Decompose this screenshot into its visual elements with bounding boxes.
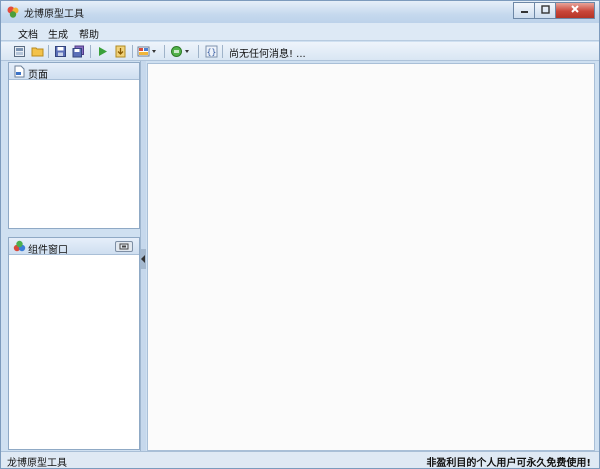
- save-all-icon[interactable]: [71, 44, 86, 59]
- toolbar-separator: [90, 45, 91, 58]
- toolbar-status-message: 尚无任何消息! ...: [229, 49, 306, 60]
- pages-tree[interactable]: [9, 80, 139, 228]
- menu-document[interactable]: 文档: [18, 26, 38, 41]
- pages-panel-title: 页面: [28, 70, 48, 81]
- toolbar: {} 尚无任何消息! ...: [1, 42, 599, 61]
- window-controls: [513, 2, 595, 19]
- minimize-button[interactable]: [513, 2, 535, 19]
- run-icon[interactable]: [95, 44, 110, 59]
- svg-text:{}: {}: [207, 48, 217, 57]
- component-dropdown-icon[interactable]: [170, 44, 192, 59]
- toolbar-separator: [222, 45, 223, 58]
- title-bar[interactable]: 龙博原型工具: [1, 1, 599, 23]
- home-icon[interactable]: [12, 44, 27, 59]
- design-canvas[interactable]: [147, 63, 595, 451]
- components-panel-header: 组件窗口: [9, 238, 139, 256]
- open-folder-icon[interactable]: [30, 44, 45, 59]
- collapse-arrow-icon[interactable]: [141, 249, 146, 269]
- components-panel-title: 组件窗口: [28, 245, 68, 256]
- maximize-icon: [540, 4, 550, 17]
- close-icon: [570, 4, 580, 17]
- menu-bar: 文档 生成 帮助: [1, 23, 599, 41]
- code-icon[interactable]: {}: [204, 44, 219, 59]
- pages-panel: 页面: [8, 62, 140, 229]
- toolbar-separator: [198, 45, 199, 58]
- minimize-icon: [520, 5, 529, 17]
- status-bar: 龙博原型工具 非盈利目的个人用户可永久免费使用!: [1, 451, 599, 469]
- app-window: 龙博原型工具 文档 生成 帮助 {} 尚无任何消息! ... 页面 组件窗口 龙…: [0, 0, 600, 469]
- menu-generate[interactable]: 生成: [48, 26, 68, 41]
- maximize-button[interactable]: [534, 2, 556, 19]
- export-icon[interactable]: [113, 44, 128, 59]
- panel-splitter[interactable]: [140, 61, 146, 451]
- panel-pin-button[interactable]: [115, 241, 133, 252]
- save-icon[interactable]: [53, 44, 68, 59]
- window-title: 龙博原型工具: [24, 9, 84, 20]
- menu-help[interactable]: 帮助: [79, 26, 99, 41]
- close-button[interactable]: [555, 2, 595, 19]
- components-list[interactable]: [9, 255, 139, 449]
- toolbar-separator: [48, 45, 49, 58]
- app-logo-icon: [6, 5, 20, 19]
- components-panel: 组件窗口: [8, 237, 140, 450]
- pages-panel-header: 页面: [9, 63, 139, 81]
- layout-dropdown-icon[interactable]: [137, 44, 159, 59]
- page-icon: [13, 65, 26, 78]
- toolbar-separator: [132, 45, 133, 58]
- status-license-note: 非盈利目的个人用户可永久免费使用!: [426, 458, 591, 469]
- components-icon: [13, 240, 26, 253]
- toolbar-separator: [164, 45, 165, 58]
- status-app-name: 龙博原型工具: [7, 458, 67, 469]
